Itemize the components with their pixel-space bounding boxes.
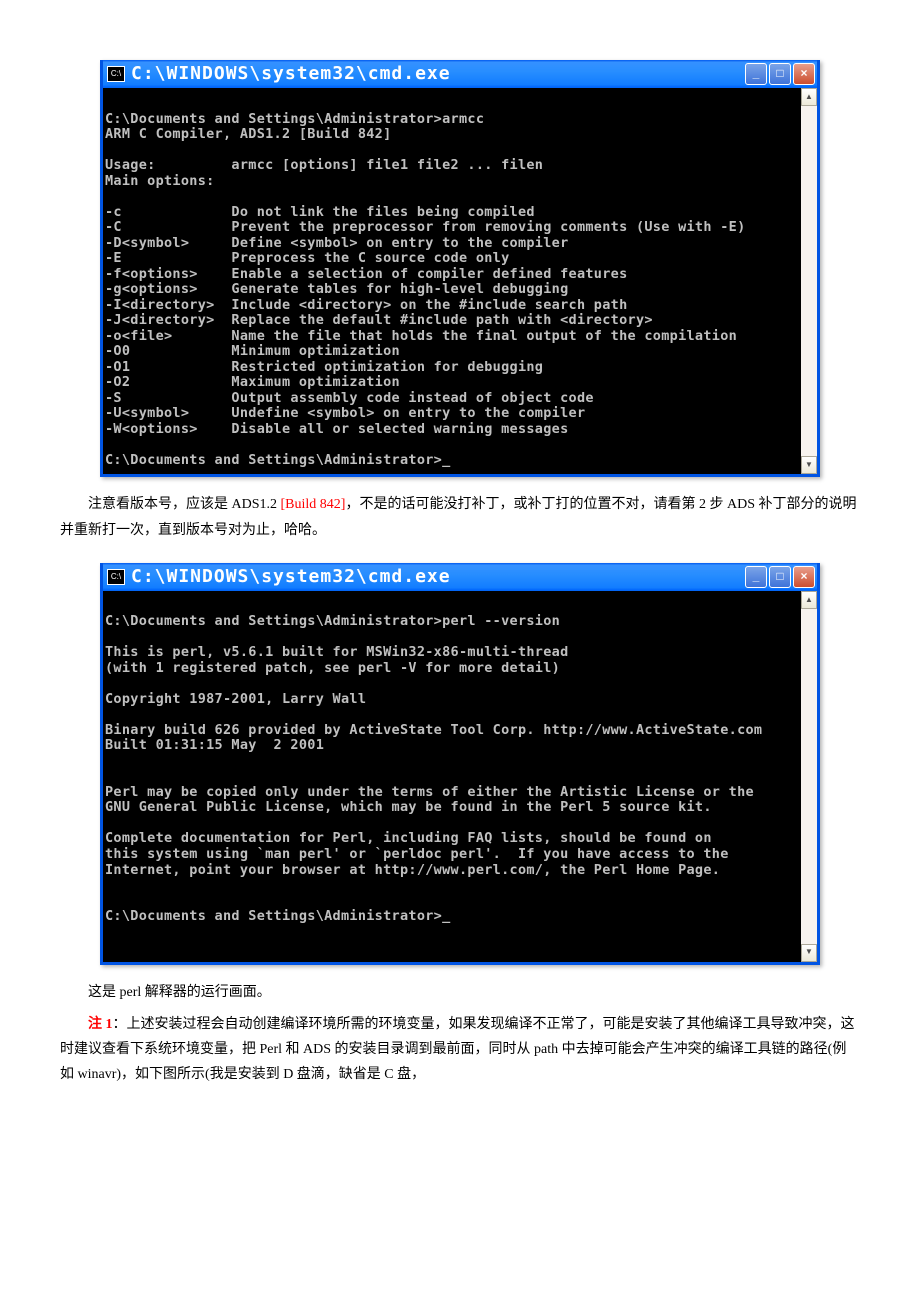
minimize-button[interactable]: _ [745,566,767,588]
cmd-window-perl: C:\ C:\WINDOWS\system32\cmd.exe _ □ × C:… [100,563,820,965]
window-title: C:\WINDOWS\system32\cmd.exe [131,561,745,593]
cmd-output[interactable]: C:\Documents and Settings\Administrator>… [103,88,801,474]
cmd-icon: C:\ [107,569,125,585]
build-highlight: [Build 842] [281,497,346,512]
window-control-buttons: _ □ × [745,566,815,588]
text-fragment: 注意看版本号，应该是 ADS1.2 [88,497,281,512]
close-button[interactable]: × [793,566,815,588]
maximize-button[interactable]: □ [769,63,791,85]
text-fragment: ：上述安装过程会自动创建编译环境所需的环境变量，如果发现编译不正常了，可能是安装… [60,1017,855,1082]
paragraph-note-1: 注 1：上述安装过程会自动创建编译环境所需的环境变量，如果发现编译不正常了，可能… [60,1012,860,1088]
titlebar[interactable]: C:\ C:\WINDOWS\system32\cmd.exe _ □ × [103,563,817,591]
window-control-buttons: _ □ × [745,63,815,85]
maximize-button[interactable]: □ [769,566,791,588]
cmd-output[interactable]: C:\Documents and Settings\Administrator>… [103,591,801,962]
scroll-track[interactable] [801,106,817,456]
vertical-scrollbar[interactable]: ▲ ▼ [801,88,817,474]
paragraph-version-note: 注意看版本号，应该是 ADS1.2 [Build 842]，不是的话可能没打补丁… [60,492,860,542]
scroll-up-button[interactable]: ▲ [801,591,817,609]
close-button[interactable]: × [793,63,815,85]
scroll-up-button[interactable]: ▲ [801,88,817,106]
scroll-down-button[interactable]: ▼ [801,944,817,962]
paragraph-perl-caption: 这是 perl 解释器的运行画面。 [60,980,860,1005]
cmd-icon: C:\ [107,66,125,82]
cmd-body: C:\Documents and Settings\Administrator>… [103,591,817,962]
minimize-button[interactable]: _ [745,63,767,85]
titlebar[interactable]: C:\ C:\WINDOWS\system32\cmd.exe _ □ × [103,60,817,88]
scroll-down-button[interactable]: ▼ [801,456,817,474]
window-title: C:\WINDOWS\system32\cmd.exe [131,58,745,90]
scroll-track[interactable] [801,609,817,944]
note-label: 注 1 [88,1017,113,1032]
cmd-window-armcc: C:\ C:\WINDOWS\system32\cmd.exe _ □ × C:… [100,60,820,477]
vertical-scrollbar[interactable]: ▲ ▼ [801,591,817,962]
cmd-body: C:\Documents and Settings\Administrator>… [103,88,817,474]
